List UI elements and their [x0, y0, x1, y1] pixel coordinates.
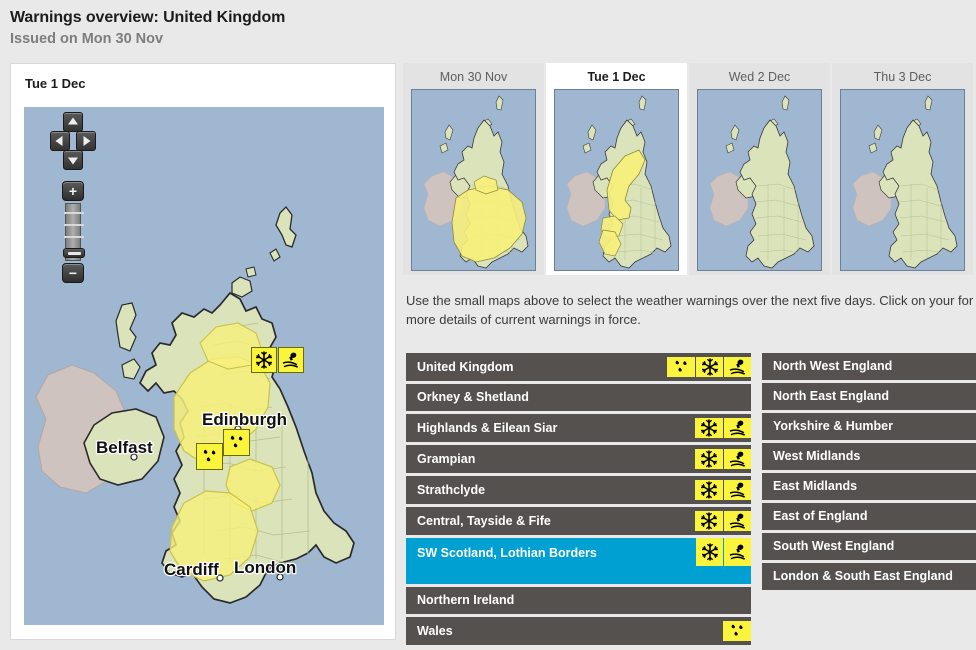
ice-icon[interactable]: [723, 418, 751, 438]
region-list-primary: United Kingdom Orkney & Shetland Highlan…: [406, 353, 751, 648]
region-name: North East England: [773, 389, 889, 403]
day-tab-label: Wed 2 Dec: [728, 70, 791, 84]
region-name: East of England: [773, 509, 868, 523]
region-row-south-west-england[interactable]: South West England: [762, 533, 976, 560]
day-tab-label: Tue 1 Dec: [587, 70, 646, 84]
map-controls: + −: [50, 112, 96, 283]
pan-left-button[interactable]: [50, 131, 70, 151]
region-name: East Midlands: [773, 479, 858, 493]
region-name: London & South East England: [773, 569, 953, 583]
day-thumbnail-tabs: Mon 30 Nov Tue 1 Dec Wed 2 Dec Thu 3 Dec: [403, 63, 976, 275]
region-name: Northern Ireland: [417, 593, 515, 607]
region-name: Central, Tayside & Fife: [417, 513, 551, 528]
page-title: Warnings overview: United Kingdom: [10, 9, 286, 26]
region-list-england: North West England North East England Yo…: [762, 353, 976, 593]
region-row-west-midlands[interactable]: West Midlands: [762, 443, 976, 470]
rain-icon: [226, 432, 247, 453]
region-name: Wales: [417, 623, 453, 638]
region-name: South West England: [773, 539, 895, 553]
region-row-east-of-england[interactable]: East of England: [762, 503, 976, 530]
region-name: SW Scotland, Lothian Borders: [417, 546, 597, 560]
region-warning-icons: [695, 449, 751, 469]
zoom-slider[interactable]: + −: [62, 181, 85, 283]
page-header: Warnings overview: United Kingdom Issued…: [0, 0, 976, 53]
region-name: North West England: [773, 359, 893, 373]
day-thumb-map: [697, 89, 822, 271]
region-row-london-south-east-england[interactable]: London & South East England: [762, 563, 976, 590]
region-row-east-midlands[interactable]: East Midlands: [762, 473, 976, 500]
region-warning-icons: [695, 538, 751, 580]
map-badge-rain-nw[interactable]: [196, 443, 223, 470]
region-warning-icons: [667, 357, 751, 377]
snow-icon[interactable]: [695, 480, 723, 500]
region-row-central-tayside-fife[interactable]: Central, Tayside & Fife: [406, 507, 751, 535]
region-name: Orkney & Shetland: [417, 390, 529, 404]
region-name: United Kingdom: [417, 359, 514, 374]
snow-icon[interactable]: [695, 449, 723, 469]
rain-icon: [199, 446, 220, 467]
main-map-panel: Tue 1 Dec + −: [10, 63, 396, 640]
region-row-yorkshire-humber[interactable]: Yorkshire & Humber: [762, 413, 976, 440]
zoom-track[interactable]: [63, 203, 85, 261]
zoom-in-button[interactable]: +: [62, 181, 84, 201]
ice-icon: [281, 350, 301, 370]
day-tab-mon[interactable]: Mon 30 Nov: [403, 63, 544, 275]
region-warning-icons: [695, 511, 751, 531]
region-name: Grampian: [417, 451, 476, 466]
snow-icon[interactable]: [695, 511, 723, 531]
day-tab-label: Mon 30 Nov: [439, 70, 508, 84]
pan-right-button[interactable]: [76, 131, 96, 151]
rain-icon[interactable]: [723, 621, 751, 641]
region-warning-icons: [723, 621, 751, 641]
day-tab-tue[interactable]: Tue 1 Dec: [546, 63, 687, 275]
snow-icon[interactable]: [695, 538, 723, 566]
day-thumb-map: [554, 89, 679, 271]
pan-down-button[interactable]: [63, 150, 83, 170]
day-tab-wed[interactable]: Wed 2 Dec: [689, 63, 830, 275]
region-warning-icons: [695, 480, 751, 500]
warnings-overview-page: Warnings overview: United Kingdom Issued…: [0, 0, 976, 650]
ice-icon[interactable]: [723, 538, 751, 566]
region-row-grampian[interactable]: Grampian: [406, 445, 751, 473]
zoom-handle[interactable]: [63, 248, 85, 258]
zoom-out-button[interactable]: −: [62, 263, 84, 283]
map-badge-rain-ne[interactable]: [223, 429, 250, 456]
right-column: Mon 30 Nov Tue 1 Dec Wed 2 Dec Thu 3 Dec…: [403, 63, 976, 645]
region-warning-icons: [695, 418, 751, 438]
region-row-strathclyde[interactable]: Strathclyde: [406, 476, 751, 504]
snow-icon[interactable]: [695, 418, 723, 438]
helper-text: Use the small maps above to select the w…: [406, 293, 974, 327]
region-name: Strathclyde: [417, 482, 486, 497]
region-name: West Midlands: [773, 449, 861, 463]
region-row-united-kingdom[interactable]: United Kingdom: [406, 353, 751, 381]
map-badge-ice-edinburgh[interactable]: [278, 347, 304, 373]
region-row-north-east-england[interactable]: North East England: [762, 383, 976, 410]
issued-date: Issued on Mon 30 Nov: [10, 31, 164, 47]
ice-icon[interactable]: [723, 357, 751, 377]
map-panel-title: Tue 1 Dec: [25, 76, 86, 91]
ice-icon[interactable]: [723, 511, 751, 531]
snow-icon: [254, 350, 274, 370]
content-area: Tue 1 Dec + − Mon 30 Nov Tue 1 Dec Wed 2…: [0, 63, 976, 650]
ice-icon[interactable]: [723, 449, 751, 469]
region-row-orkney-shetland[interactable]: Orkney & Shetland: [406, 384, 751, 411]
region-row-wales[interactable]: Wales: [406, 617, 751, 645]
day-thumb-map: [840, 89, 965, 271]
region-row-highlands-eilean-siar[interactable]: Highlands & Eilean Siar: [406, 414, 751, 442]
region-name: Yorkshire & Humber: [773, 419, 893, 433]
region-row-north-west-england[interactable]: North West England: [762, 353, 976, 380]
day-tab-thu[interactable]: Thu 3 Dec: [832, 63, 973, 275]
day-tab-label: Thu 3 Dec: [873, 70, 932, 84]
ice-icon[interactable]: [723, 480, 751, 500]
region-name: Highlands & Eilean Siar: [417, 420, 558, 435]
day-thumb-map: [411, 89, 536, 271]
pan-pad: [50, 112, 96, 170]
region-row-northern-ireland[interactable]: Northern Ireland: [406, 587, 751, 614]
rain-icon[interactable]: [667, 357, 695, 377]
pan-up-button[interactable]: [63, 112, 83, 132]
main-map-canvas[interactable]: + −: [24, 107, 384, 625]
region-row-sw-scotland-lothian-borders[interactable]: SW Scotland, Lothian Borders: [406, 538, 751, 584]
snow-icon[interactable]: [695, 357, 723, 377]
map-badge-snow-edinburgh[interactable]: [251, 347, 277, 373]
